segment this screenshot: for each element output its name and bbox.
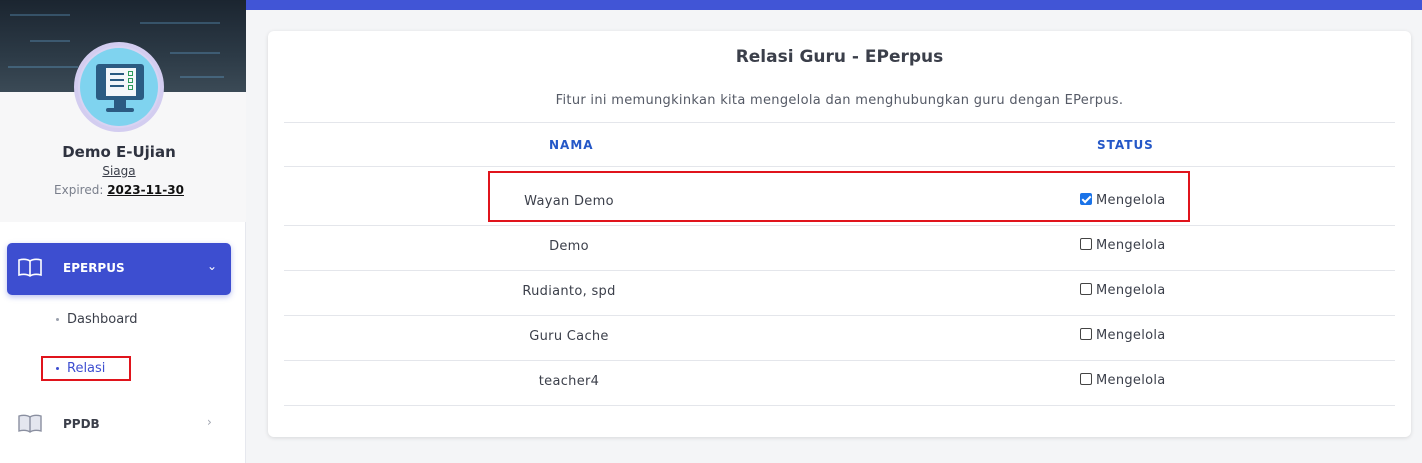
annotation-box-row (488, 171, 1190, 222)
teacher-name: Rudianto, spd (522, 284, 616, 299)
page-description: Fitur ini memungkinkan kita mengelola da… (555, 93, 1124, 108)
table-header: NAMA STATUS (284, 123, 1395, 167)
mengelola-checkbox[interactable]: Mengelola (1080, 238, 1166, 253)
status-label: Mengelola (1096, 238, 1166, 253)
profile-plan-link[interactable]: Siaga (0, 164, 238, 178)
teacher-name: Demo (549, 239, 589, 254)
table-row: Rudianto, spd Mengelola (284, 271, 1395, 316)
bullet-dot (56, 318, 59, 321)
submenu-label: Dashboard (67, 312, 138, 327)
mengelola-checkbox[interactable]: Mengelola (1080, 373, 1166, 388)
book-open-icon (18, 414, 42, 433)
status-label: Mengelola (1096, 328, 1166, 343)
profile-name: Demo E-Ujian (62, 143, 176, 161)
status-label: Mengelola (1096, 283, 1166, 298)
checkbox-icon[interactable] (1080, 328, 1092, 340)
column-header-nama: NAMA (549, 138, 594, 152)
expired-date: 2023-11-30 (107, 183, 184, 197)
table-row: Guru Cache Mengelola (284, 316, 1395, 361)
submenu-item-dashboard[interactable]: Dashboard (56, 312, 138, 327)
column-header-status: STATUS (1097, 138, 1154, 152)
menu-item-ppdb[interactable]: PPDB › (7, 405, 231, 443)
page-title: Relasi Guru - EPerpus (735, 47, 944, 67)
relasi-table: NAMA STATUS Wayan Demo Mengelola Demo Me… (284, 122, 1395, 406)
chevron-down-icon: ⌄ (207, 259, 218, 273)
status-label: Mengelola (1096, 373, 1166, 388)
menu-item-label: EPERPUS (63, 261, 125, 275)
checkbox-icon[interactable] (1080, 283, 1092, 295)
sidebar: Demo E-Ujian Siaga Expired: 2023-11-30 E… (0, 0, 246, 463)
chevron-right-icon: › (207, 415, 212, 429)
mengelola-checkbox[interactable]: Mengelola (1080, 328, 1166, 343)
book-open-icon (18, 258, 42, 277)
profile-expired: Expired: 2023-11-30 (0, 183, 238, 197)
checkbox-icon[interactable] (1080, 238, 1092, 250)
avatar (74, 42, 164, 132)
annotation-box-relasi (41, 356, 131, 381)
relasi-card: Relasi Guru - EPerpus Fitur ini memungki… (268, 31, 1411, 437)
teacher-name: Guru Cache (529, 329, 609, 344)
menu-item-label: PPDB (63, 417, 100, 431)
expired-label: Expired: (54, 183, 104, 197)
table-row: Demo Mengelola (284, 226, 1395, 271)
menu-item-eperpus[interactable]: EPERPUS ⌄ (7, 243, 231, 295)
table-row: teacher4 Mengelola (284, 361, 1395, 406)
checkbox-icon[interactable] (1080, 373, 1092, 385)
teacher-name: teacher4 (538, 374, 600, 389)
mengelola-checkbox[interactable]: Mengelola (1080, 283, 1166, 298)
top-bar (246, 0, 1422, 10)
